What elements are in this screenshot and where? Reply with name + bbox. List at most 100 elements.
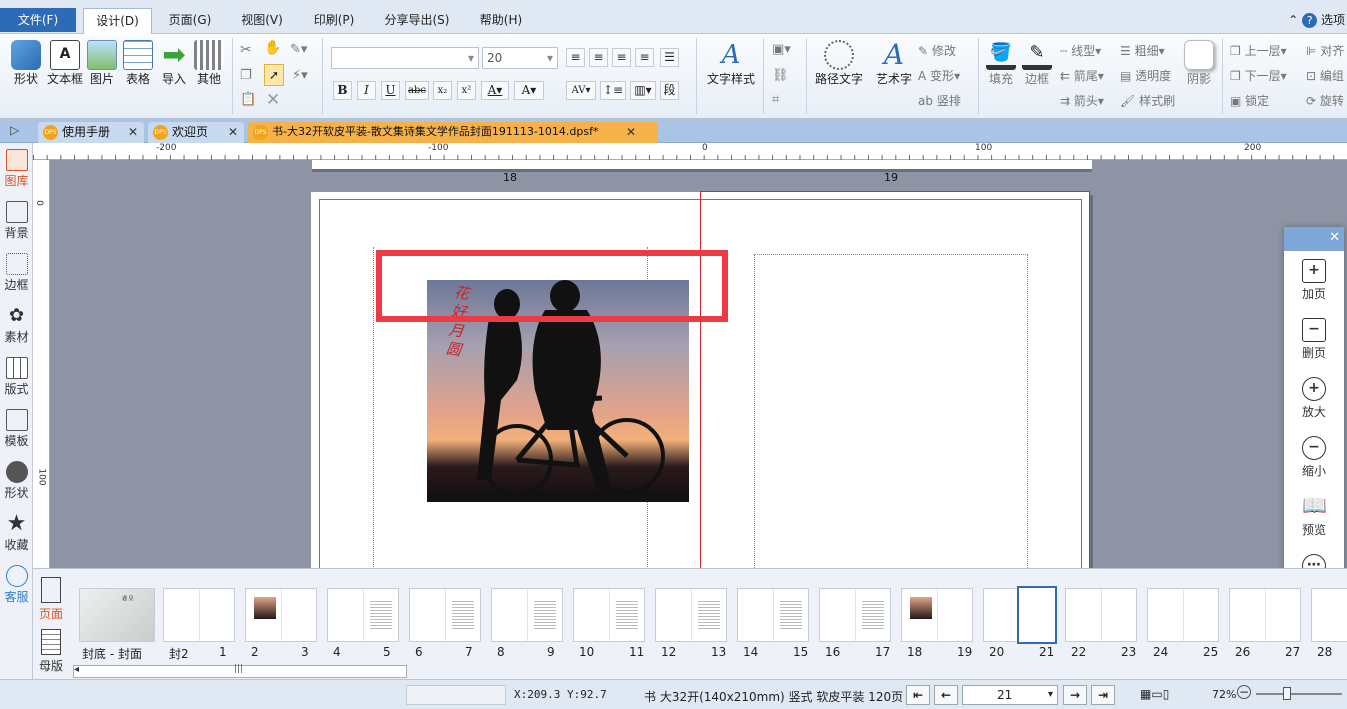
collapse-ribbon-icon[interactable]: ⌃ xyxy=(1288,13,1298,27)
spread-thumbnail[interactable] xyxy=(737,588,809,642)
arrow-tail-button[interactable]: ⇇ 箭尾▾ xyxy=(1060,67,1104,84)
prev-page-button[interactable]: ← xyxy=(934,685,958,705)
paste-icon[interactable]: 📋 xyxy=(240,92,256,107)
magic-wand-icon[interactable]: ⚡▾ xyxy=(292,68,308,83)
page-view-tab[interactable]: 页面 xyxy=(35,577,67,622)
art-text-button[interactable]: A 艺术字 xyxy=(872,40,916,87)
menu-help[interactable]: 帮助(H) xyxy=(470,8,532,32)
cover-thumbnail[interactable]: 遇 见 xyxy=(79,588,155,642)
zoom-slider-track[interactable] xyxy=(1256,693,1342,695)
rail-layout[interactable]: 版式 xyxy=(0,357,33,397)
align-right-icon[interactable]: ≡ xyxy=(612,48,631,67)
close-icon[interactable]: ✕ xyxy=(128,122,138,142)
font-family-select[interactable]: ▾ xyxy=(331,47,479,69)
spread-thumbnail[interactable] xyxy=(491,588,563,642)
arrow-head-button[interactable]: ⇉ 箭头▾ xyxy=(1060,92,1104,109)
last-page-button[interactable]: ⇥ xyxy=(1091,685,1115,705)
lock-button[interactable]: ▣ 锁定 xyxy=(1230,92,1269,109)
image-button[interactable]: 图片 xyxy=(86,40,118,87)
master-view-tab[interactable]: 母版 xyxy=(35,629,67,674)
delete-page-button[interactable]: − 删页 xyxy=(1284,318,1344,361)
rail-favorites[interactable]: ★ 收藏 xyxy=(0,513,33,553)
columns-icon[interactable]: ▥▾ xyxy=(630,81,656,100)
subscript-icon[interactable]: x₂ xyxy=(433,81,452,100)
rail-material[interactable]: ✿ 素材 xyxy=(0,305,33,345)
scroll-thumb-grip[interactable]: ||| xyxy=(234,664,243,674)
italic-icon[interactable]: I xyxy=(357,81,376,100)
spread-thumbnail[interactable] xyxy=(245,588,317,642)
color-picker-icon[interactable]: ✎▾ xyxy=(290,42,307,57)
line-type-button[interactable]: ┄ 线型▾ xyxy=(1060,42,1101,59)
spread-thumbnail[interactable] xyxy=(163,588,235,642)
vertical-button[interactable]: ab 竖排 xyxy=(918,92,961,109)
table-button[interactable]: 表格 xyxy=(121,40,155,87)
style-brush-button[interactable]: 🖌 样式刷 xyxy=(1120,92,1175,109)
other-button[interactable]: 其他 xyxy=(193,40,225,87)
border-button[interactable]: ✎ 边框 xyxy=(1020,40,1054,87)
menu-page[interactable]: 页面(G) xyxy=(160,8,220,32)
page-spread[interactable]: 花好月圆 xyxy=(311,191,1090,568)
options-label[interactable]: 选项 xyxy=(1321,13,1345,27)
align-center-icon[interactable]: ≡ xyxy=(589,48,608,67)
double-page-icon[interactable]: ▭ xyxy=(1151,687,1162,701)
rail-template[interactable]: 模板 xyxy=(0,409,33,449)
textbox-button[interactable]: A 文本框 xyxy=(45,40,85,87)
single-page-icon[interactable]: ▦ xyxy=(1140,687,1151,701)
rail-customer-service[interactable]: 客服 xyxy=(0,565,33,605)
copy-icon[interactable]: ❐ xyxy=(240,68,252,83)
thumbnail-scrollbar[interactable]: ◂ ||| xyxy=(73,664,407,678)
spread-view-icon[interactable]: ▯ xyxy=(1163,687,1170,701)
help-icon[interactable]: ? xyxy=(1302,13,1318,28)
menu-view[interactable]: 视图(V) xyxy=(232,8,292,32)
close-icon[interactable]: ✕ xyxy=(626,122,636,142)
spread-thumbnail[interactable] xyxy=(327,588,399,642)
select-pointer-icon[interactable]: ➚ xyxy=(264,64,284,86)
scroll-left-icon[interactable]: ◂ xyxy=(74,664,79,675)
spread-thumbnail[interactable] xyxy=(1229,588,1301,642)
highlight-icon[interactable]: A▾ xyxy=(514,81,544,100)
underline-icon[interactable]: U xyxy=(381,81,400,100)
rotate-button[interactable]: ⟳ 旋转 xyxy=(1306,92,1344,109)
first-page-button[interactable]: ⇤ xyxy=(906,685,930,705)
transparency-button[interactable]: ▤ 透明度 xyxy=(1120,67,1171,84)
align-left-icon[interactable]: ≡ xyxy=(566,48,585,67)
selected-page-indicator[interactable] xyxy=(1017,586,1057,644)
zoom-in-button[interactable]: + 放大 xyxy=(1284,377,1344,420)
tab-manual[interactable]: DPS 使用手册 ✕ xyxy=(38,122,144,143)
rail-background[interactable]: 背景 xyxy=(0,201,33,241)
options-area[interactable]: ⌃ ? 选项 xyxy=(1288,11,1345,28)
menu-print[interactable]: 印刷(P) xyxy=(304,8,364,32)
design-canvas[interactable]: 18 19 花好月圆 ⌄ xyxy=(50,160,1347,568)
text-style-button[interactable]: A 文字样式 xyxy=(703,40,759,87)
menu-share-export[interactable]: 分享导出(S) xyxy=(376,8,458,32)
delete-icon[interactable]: ✕ xyxy=(266,90,280,110)
close-icon[interactable]: ✕ xyxy=(1329,230,1340,245)
distribute-icon[interactable]: ☰ xyxy=(660,48,679,67)
hand-tool-icon[interactable]: ✋ xyxy=(264,40,281,56)
font-size-select[interactable]: 20 ▾ xyxy=(482,47,558,69)
paragraph-icon[interactable]: 段 xyxy=(660,81,679,100)
thickness-button[interactable]: ☰ 粗细▾ xyxy=(1120,42,1165,59)
menu-file[interactable]: 文件(F) xyxy=(0,8,76,32)
bold-icon[interactable]: B xyxy=(333,81,352,100)
page-number-select[interactable]: 21 ▾ xyxy=(962,685,1058,705)
strikethrough-icon[interactable]: abc xyxy=(405,81,429,100)
spread-thumbnail[interactable] xyxy=(409,588,481,642)
spread-thumbnail[interactable] xyxy=(1065,588,1137,642)
zoom-out-small-icon[interactable]: − xyxy=(1237,685,1251,699)
rail-shape[interactable]: 形状 xyxy=(0,461,33,501)
import-button[interactable]: ➡ 导入 xyxy=(158,40,190,87)
justify-icon[interactable]: ≡ xyxy=(635,48,654,67)
path-text-button[interactable]: 路径文字 xyxy=(812,40,866,87)
expand-panel-icon[interactable]: ▷ xyxy=(10,123,19,137)
layer-up-button[interactable]: ❐ 上一层▾ xyxy=(1230,42,1287,59)
transform-button[interactable]: A 变形▾ xyxy=(918,67,960,84)
menu-design[interactable]: 设计(D) xyxy=(83,8,152,34)
rail-border[interactable]: 边框 xyxy=(0,253,33,293)
zoom-out-button[interactable]: − 缩小 xyxy=(1284,436,1344,479)
tab-welcome[interactable]: DPS 欢迎页 ✕ xyxy=(148,122,244,143)
image-replace-icon[interactable]: ▣▾ xyxy=(772,42,791,57)
modify-button[interactable]: ✎ 修改 xyxy=(918,42,956,59)
tab-document[interactable]: DPS 书-大32开软皮平装-散文集诗集文学作品封面191113-1014.dp… xyxy=(248,122,658,143)
line-spacing-icon[interactable]: ↕≡ xyxy=(600,81,626,100)
